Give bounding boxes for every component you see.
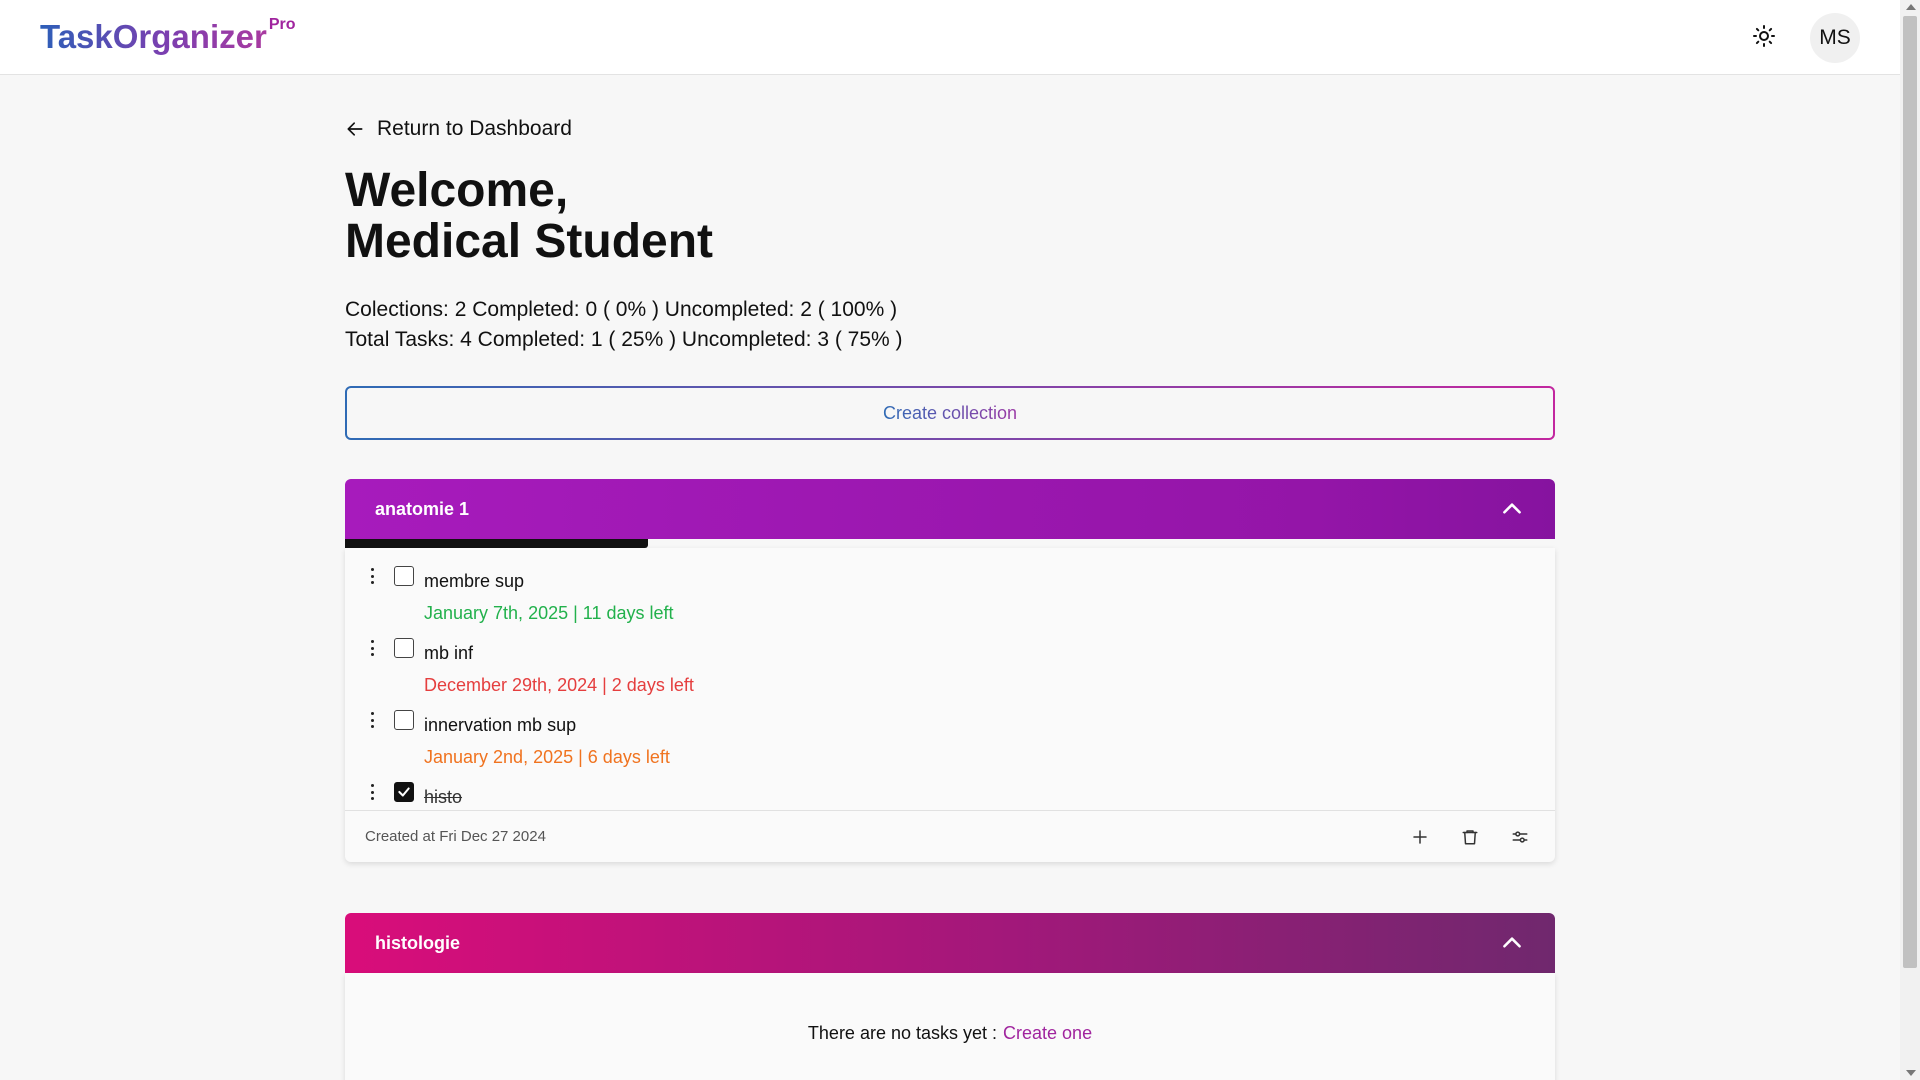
trash-icon (1462, 829, 1478, 844)
task-item-completed: histo (345, 764, 1555, 810)
sliders-icon (1512, 830, 1528, 843)
user-avatar[interactable]: MS (1810, 13, 1860, 63)
create-collection-inner: Create collection (347, 388, 1553, 438)
theme-toggle-button[interactable] (1748, 20, 1780, 52)
collection-card-anatomie: anatomie 1 membre sup January 7th, 2025 … (345, 479, 1555, 862)
scroll-thumb[interactable] (1903, 16, 1917, 968)
empty-tasks-message: There are no tasks yet : Create one (345, 973, 1555, 1080)
scroll-down-arrow-icon[interactable] (1906, 1070, 1916, 1076)
checkmark-icon (398, 787, 410, 797)
collection-card-histologie: histologie There are no tasks yet : Crea… (345, 913, 1555, 1080)
sun-icon (1753, 25, 1775, 47)
collection-name: anatomie 1 (375, 498, 470, 519)
task-menu-icon[interactable] (367, 710, 377, 730)
page-scrollbar[interactable] (1900, 0, 1920, 1080)
app-logo[interactable]: TaskOrganizer Pro (40, 16, 296, 56)
task-checkbox[interactable] (394, 710, 414, 730)
task-item: innervation mb sup January 2nd, 2025 | 6… (345, 692, 1555, 767)
top-bar: TaskOrganizer Pro MS (0, 0, 1900, 75)
plus-icon (1413, 829, 1427, 844)
task-menu-icon[interactable] (367, 566, 377, 586)
scroll-up-arrow-icon[interactable] (1906, 4, 1916, 10)
task-title: membre sup (424, 571, 525, 591)
welcome-line-2: Medical Student (345, 215, 714, 268)
collection-footer: Created at Fri Dec 27 2024 (345, 810, 1555, 862)
create-collection-label: Create collection (882, 402, 1018, 423)
task-title: histo (424, 787, 463, 807)
stats-summary: Colections: 2 Completed: 0 ( 0% ) Uncomp… (345, 295, 903, 355)
task-menu-icon[interactable] (367, 782, 377, 802)
collection-name: histologie (375, 932, 460, 953)
arrow-left-icon (347, 122, 363, 136)
empty-tasks-text: There are no tasks yet : (807, 1022, 998, 1043)
add-task-button[interactable] (1405, 822, 1435, 852)
task-title: innervation mb sup (424, 715, 577, 735)
logo-text: TaskOrganizer (40, 18, 267, 55)
task-item: membre sup January 7th, 2025 | 11 days l… (345, 548, 1555, 623)
chevron-up-icon[interactable] (1499, 496, 1525, 522)
task-menu-icon[interactable] (367, 638, 377, 658)
task-checkbox-checked[interactable] (394, 782, 414, 802)
collection-header[interactable]: anatomie 1 (345, 479, 1555, 539)
collection-actions (1385, 822, 1535, 852)
task-checkbox[interactable] (394, 566, 414, 586)
delete-collection-button[interactable] (1455, 822, 1485, 852)
return-to-dashboard-link[interactable]: Return to Dashboard (345, 117, 572, 141)
collection-body: membre sup January 7th, 2025 | 11 days l… (345, 548, 1555, 862)
create-collection-button[interactable]: Create collection (345, 386, 1555, 440)
return-to-dashboard-label: Return to Dashboard (377, 117, 572, 140)
create-task-link[interactable]: Create one (1003, 1023, 1092, 1044)
tasks-stats: Total Tasks: 4 Completed: 1 ( 25% ) Unco… (345, 328, 903, 351)
chevron-up-icon[interactable] (1499, 930, 1525, 956)
welcome-line-1: Welcome, (345, 164, 569, 217)
collection-body: There are no tasks yet : Create one (345, 973, 1555, 1080)
task-title: mb inf (424, 643, 474, 663)
page-title: Welcome, Medical Student (345, 165, 713, 267)
collection-header[interactable]: histologie (345, 913, 1555, 973)
task-item: mb inf December 29th, 2024 | 2 days left (345, 620, 1555, 695)
edit-collection-button[interactable] (1505, 822, 1535, 852)
collection-created-date: Created at Fri Dec 27 2024 (365, 828, 546, 845)
collections-stats: Colections: 2 Completed: 0 ( 0% ) Uncomp… (345, 298, 898, 321)
collection-progress-bar (345, 539, 1555, 548)
collection-progress-fill (345, 539, 648, 548)
logo-pro-badge: Pro (268, 16, 296, 33)
task-checkbox[interactable] (394, 638, 414, 658)
